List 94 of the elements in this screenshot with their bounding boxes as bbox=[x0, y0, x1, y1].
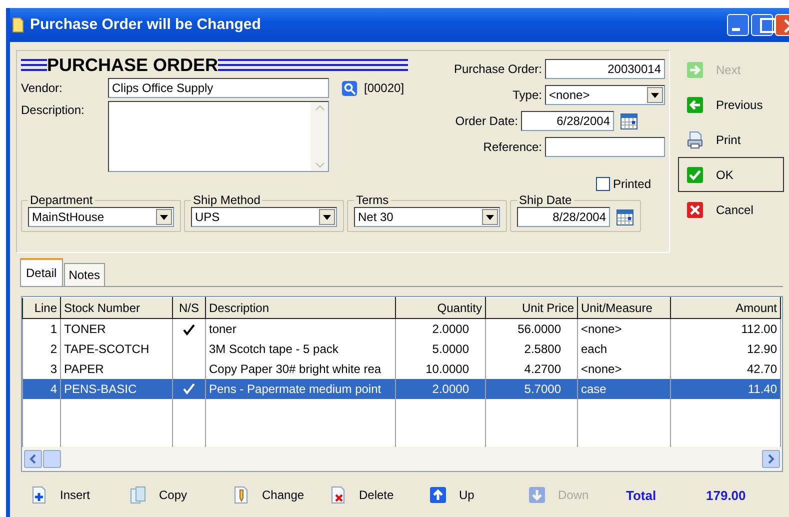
table-cell: <none> bbox=[578, 318, 670, 338]
window-title: Purchase Order will be Changed bbox=[30, 14, 261, 35]
table-cell: TONER bbox=[60, 318, 172, 338]
document-x-icon bbox=[329, 486, 347, 504]
checkmark-icon bbox=[686, 166, 704, 184]
document-plus-icon bbox=[30, 486, 48, 504]
minimize-button[interactable] bbox=[727, 14, 749, 36]
maximize-button[interactable] bbox=[751, 14, 773, 36]
table-cell: TAPE-SCOTCH bbox=[60, 338, 172, 358]
toolbar-button[interactable]: Change bbox=[232, 486, 329, 504]
tab[interactable]: Notes bbox=[64, 263, 106, 286]
group-label: Department bbox=[29, 193, 94, 207]
minimize-icon bbox=[732, 28, 740, 31]
table-cell: 112.00 bbox=[670, 318, 780, 338]
group-label: Ship Date bbox=[518, 193, 573, 207]
total-label: Total bbox=[626, 486, 658, 504]
toolbar-button[interactable]: Up bbox=[429, 486, 528, 504]
column-header[interactable]: Description bbox=[206, 298, 396, 318]
search-icon[interactable] bbox=[341, 80, 358, 96]
checkbox-label: Printed bbox=[612, 176, 651, 193]
documents-icon bbox=[129, 486, 147, 504]
group-label: Ship Method bbox=[192, 193, 262, 207]
table-cell: 12.90 bbox=[670, 338, 780, 358]
arrow-left-icon bbox=[686, 96, 704, 114]
action-button[interactable]: Cancel bbox=[678, 192, 784, 227]
calendar-icon[interactable] bbox=[620, 112, 638, 130]
form-title: PURCHASE ORDER bbox=[47, 55, 218, 75]
table-cell: 56.0000 bbox=[486, 318, 578, 338]
toolbar-button[interactable]: Delete bbox=[329, 486, 429, 504]
column-header[interactable]: Quantity bbox=[396, 298, 486, 318]
date-field[interactable]: 6/28/2004 bbox=[521, 111, 614, 131]
dropdown[interactable]: UPS bbox=[191, 207, 337, 227]
column-header[interactable]: Unit Price bbox=[486, 298, 578, 318]
action-button[interactable]: Print bbox=[678, 122, 784, 157]
field-label: Vendor: bbox=[21, 80, 64, 97]
document-icon bbox=[12, 17, 24, 33]
vendor-code: [00020] bbox=[364, 80, 404, 97]
scroll-thumb[interactable] bbox=[43, 450, 61, 468]
table-cell: 3M Scotch tape - 5 pack bbox=[206, 338, 396, 358]
input-field[interactable] bbox=[545, 137, 665, 157]
table-cell: Pens - Papermate medium point bbox=[206, 378, 396, 398]
table-cell: 2.0000 bbox=[396, 378, 486, 398]
field-label: Purchase Order: bbox=[454, 61, 542, 78]
column-header[interactable]: Amount bbox=[670, 298, 780, 318]
printer-icon bbox=[686, 130, 704, 148]
table-cell: 2 bbox=[22, 338, 60, 358]
date-field[interactable]: 8/28/2004 bbox=[517, 207, 610, 227]
scroll-right-icon bbox=[767, 454, 775, 464]
table-cell: 2.0000 bbox=[396, 318, 486, 338]
caret-icon bbox=[323, 214, 331, 220]
field-label: Description: bbox=[21, 102, 86, 119]
table-cell: PENS-BASIC bbox=[60, 378, 172, 398]
toolbar-button[interactable]: Insert bbox=[30, 486, 129, 504]
x-mark-icon bbox=[686, 200, 704, 218]
field-label: Reference: bbox=[483, 139, 542, 156]
table-cell: 4 bbox=[22, 378, 60, 398]
tab[interactable]: Detail bbox=[20, 258, 63, 286]
table-cell: toner bbox=[206, 318, 396, 338]
calendar-icon[interactable] bbox=[616, 208, 634, 226]
table-cell: 11.40 bbox=[670, 378, 780, 398]
caret-icon bbox=[651, 92, 659, 98]
toolbar-button[interactable]: Copy bbox=[129, 486, 232, 504]
document-pencil-icon bbox=[232, 486, 250, 504]
close-button[interactable] bbox=[775, 14, 789, 36]
scroll-left-icon bbox=[29, 454, 37, 464]
table-cell: 5.0000 bbox=[396, 338, 486, 358]
arrow-right-icon bbox=[686, 60, 704, 78]
group-label: Terms bbox=[355, 193, 390, 207]
column-header[interactable]: Unit/Measure bbox=[578, 298, 670, 318]
action-button[interactable]: Previous bbox=[678, 87, 784, 122]
field-label: Type: bbox=[512, 87, 542, 104]
table-cell: each bbox=[578, 338, 670, 358]
total-value: 179.00 bbox=[706, 486, 746, 504]
arrow-down-icon bbox=[528, 486, 546, 504]
caret-icon bbox=[486, 214, 494, 220]
column-header[interactable]: N/S bbox=[172, 298, 206, 318]
table-cell: case bbox=[578, 378, 670, 398]
checkbox[interactable] bbox=[596, 177, 610, 191]
action-button[interactable]: OK bbox=[678, 157, 784, 192]
column-header[interactable]: Stock Number bbox=[60, 298, 172, 318]
dropdown[interactable]: <none> bbox=[545, 85, 665, 105]
table-cell: 2.5800 bbox=[486, 338, 578, 358]
horizontal-scrollbar[interactable] bbox=[22, 446, 782, 470]
table-cell: 1 bbox=[22, 318, 60, 338]
dropdown[interactable]: MainStHouse bbox=[28, 207, 174, 227]
maximize-icon bbox=[758, 16, 778, 36]
column-header[interactable]: Line bbox=[22, 298, 60, 318]
table-cell: 5.7000 bbox=[486, 378, 578, 398]
caret-icon bbox=[160, 214, 168, 220]
input-field[interactable]: 20030014 bbox=[545, 59, 665, 79]
dropdown[interactable]: Net 30 bbox=[354, 207, 500, 227]
field-label: Order Date: bbox=[455, 113, 518, 130]
vendor-field[interactable]: Clips Office Supply bbox=[108, 78, 329, 98]
arrow-up-icon bbox=[429, 486, 447, 504]
